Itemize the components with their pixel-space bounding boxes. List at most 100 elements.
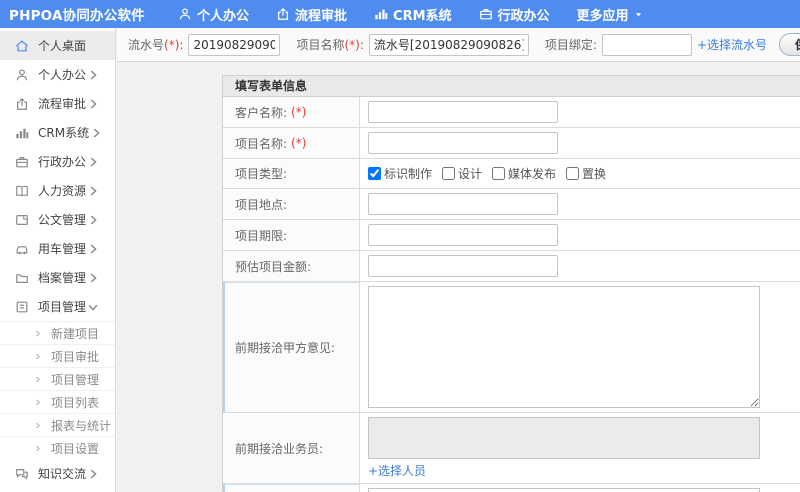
chevron-right-icon <box>86 68 100 82</box>
field-label-text: 客户名称: <box>235 105 288 120</box>
checkbox[interactable] <box>442 167 456 180</box>
sidebar-item-4[interactable]: 行政办公 <box>0 147 115 176</box>
nav-item-2[interactable]: CRM系统 <box>374 5 452 24</box>
checkbox-option[interactable]: 设计 <box>442 165 482 182</box>
form-row: 项目地点: <box>223 189 800 220</box>
sidebar-subitem[interactable]: 项目列表 <box>0 390 115 413</box>
checkbox-label: 设计 <box>458 167 483 181</box>
field-value <box>360 220 800 250</box>
checkbox-option[interactable]: 置换 <box>566 165 606 182</box>
field-label-text: 前期接洽甲方意见: <box>235 340 336 355</box>
checkbox-option[interactable]: 标识制作 <box>368 165 432 182</box>
checkbox-label: 置换 <box>582 167 607 181</box>
sidebar-item-6[interactable]: 公文管理 <box>0 205 115 234</box>
checkbox[interactable] <box>492 167 506 180</box>
sidebar-subitem-label: 项目设置 <box>51 441 100 456</box>
chevron-right-icon <box>33 375 42 384</box>
field-value <box>360 128 800 158</box>
textarea-input[interactable] <box>368 488 760 492</box>
text-input[interactable] <box>368 255 558 277</box>
project-name-input[interactable] <box>368 33 529 56</box>
serial-input[interactable] <box>188 33 281 56</box>
sidebar-subitem[interactable]: 项目管理 <box>0 367 115 390</box>
save-button[interactable]: 保 存 <box>779 33 800 56</box>
sidebar-subitem[interactable]: 项目审批 <box>0 344 115 367</box>
sidebar-item-3[interactable]: CRM系统 <box>0 118 115 147</box>
textarea-readonly <box>368 417 760 459</box>
sidebar-subitem[interactable]: 项目设置 <box>0 436 115 459</box>
field-value <box>360 282 800 412</box>
sidebar-item-2[interactable]: 流程审批 <box>0 89 115 118</box>
sidebar-item-label: 档案管理 <box>38 271 87 285</box>
text-input[interactable] <box>368 101 558 123</box>
sidebar-item-label: 个人桌面 <box>38 39 87 53</box>
text-input[interactable] <box>368 193 558 215</box>
nav-item-1[interactable]: 流程审批 <box>276 5 347 24</box>
doc-icon <box>15 213 29 227</box>
sidebar-item-9[interactable]: 项目管理 <box>0 292 115 321</box>
sidebar-subitem-label: 项目管理 <box>51 372 100 387</box>
sidebar-subitem-label: 新建项目 <box>51 326 100 341</box>
field-label: 项目类型: <box>223 159 360 188</box>
nav-item-label: 行政办公 <box>497 8 550 24</box>
nav-item-0[interactable]: 个人办公 <box>178 5 249 24</box>
sidebar-subitem-label: 项目审批 <box>51 349 100 364</box>
field-value <box>360 189 800 219</box>
project-bind-input[interactable] <box>601 33 692 56</box>
nav-item-4[interactable]: 更多应用 <box>577 5 643 24</box>
archive-icon <box>15 271 29 285</box>
checkbox[interactable] <box>566 167 580 180</box>
home-icon <box>15 39 29 53</box>
field-value <box>360 97 800 127</box>
textarea-input[interactable] <box>368 286 760 408</box>
sidebar-item-8[interactable]: 档案管理 <box>0 263 115 292</box>
form-row: 项目名称: (*) <box>223 128 800 159</box>
form-row: 预估项目金额: <box>223 251 800 282</box>
sidebar: 个人桌面个人办公 流程审批 CRM系统 行政办公 人力资源 公文管理用车管理档案管理项目管… <box>0 28 116 492</box>
sidebar-subitem-label: 项目列表 <box>51 395 100 410</box>
form-row: 客户名称: (*) <box>223 97 800 128</box>
select-person-link[interactable]: +选择人员 <box>368 462 426 479</box>
chat-icon <box>15 467 29 481</box>
sidebar-item-1[interactable]: 个人办公 <box>0 60 115 89</box>
field-label-text: 项目期限: <box>235 228 288 243</box>
nav-item-3[interactable]: 行政办公 <box>479 5 550 24</box>
user-icon <box>178 7 192 21</box>
sidebar-item-0[interactable]: 个人桌面 <box>0 31 115 60</box>
car-icon <box>15 242 29 256</box>
chevron-right-icon <box>33 398 42 407</box>
form-row: 前期接洽甲方意见: <box>223 282 800 413</box>
top-nav: 个人办公 流程审批 CRM系统 行政办公 更多应用 <box>178 5 670 24</box>
nav-item-label: 个人办公 <box>197 8 250 24</box>
field-value: +选择人员 <box>360 413 800 483</box>
select-serial-link[interactable]: +选择流水号 <box>697 36 767 53</box>
required-mark: (*) <box>291 105 307 119</box>
sidebar-subitem[interactable]: 报表与统计 <box>0 413 115 436</box>
checkbox-label: 媒体发布 <box>508 167 557 181</box>
sidebar-item-7[interactable]: 用车管理 <box>0 234 115 263</box>
sidebar-item-5[interactable]: 人力资源 <box>0 176 115 205</box>
sidebar-subitem[interactable]: 新建项目 <box>0 321 115 344</box>
main-content: 填写表单信息 客户名称: (*) 项目名称: (*) 项目类型: 标识制作 设计 媒体发布 置换… <box>117 62 800 492</box>
chart-icon <box>374 7 388 21</box>
sidebar-subitem-label: 报表与统计 <box>51 418 112 433</box>
chevron-right-icon <box>89 126 103 140</box>
field-label: 前期接洽甲方意见: <box>223 282 360 412</box>
sidebar-item-label: 知识交流 <box>38 467 87 481</box>
form-row: 项目类型: 标识制作 设计 媒体发布 置换 <box>223 159 800 189</box>
project-bind-label: 项目绑定: <box>544 38 597 52</box>
chevron-right-icon <box>33 421 42 430</box>
text-input[interactable] <box>368 224 558 246</box>
form-row <box>223 484 800 492</box>
text-input[interactable] <box>368 132 558 154</box>
checkbox[interactable] <box>368 167 381 180</box>
sidebar-item-10[interactable]: 知识交流 <box>0 459 115 488</box>
field-label: 项目地点: <box>223 189 360 219</box>
checkbox-label: 标识制作 <box>384 167 433 181</box>
form-toolbar: 流水号(*): 项目名称(*): 项目绑定: +选择流水号 保 存 <box>117 28 800 62</box>
field-label: 客户名称: (*) <box>223 97 360 127</box>
sidebar-item-label: 用车管理 <box>38 242 87 256</box>
checkbox-option[interactable]: 媒体发布 <box>492 165 556 182</box>
flow-icon <box>15 97 29 111</box>
sidebar-item-label: 项目管理 <box>38 300 87 314</box>
